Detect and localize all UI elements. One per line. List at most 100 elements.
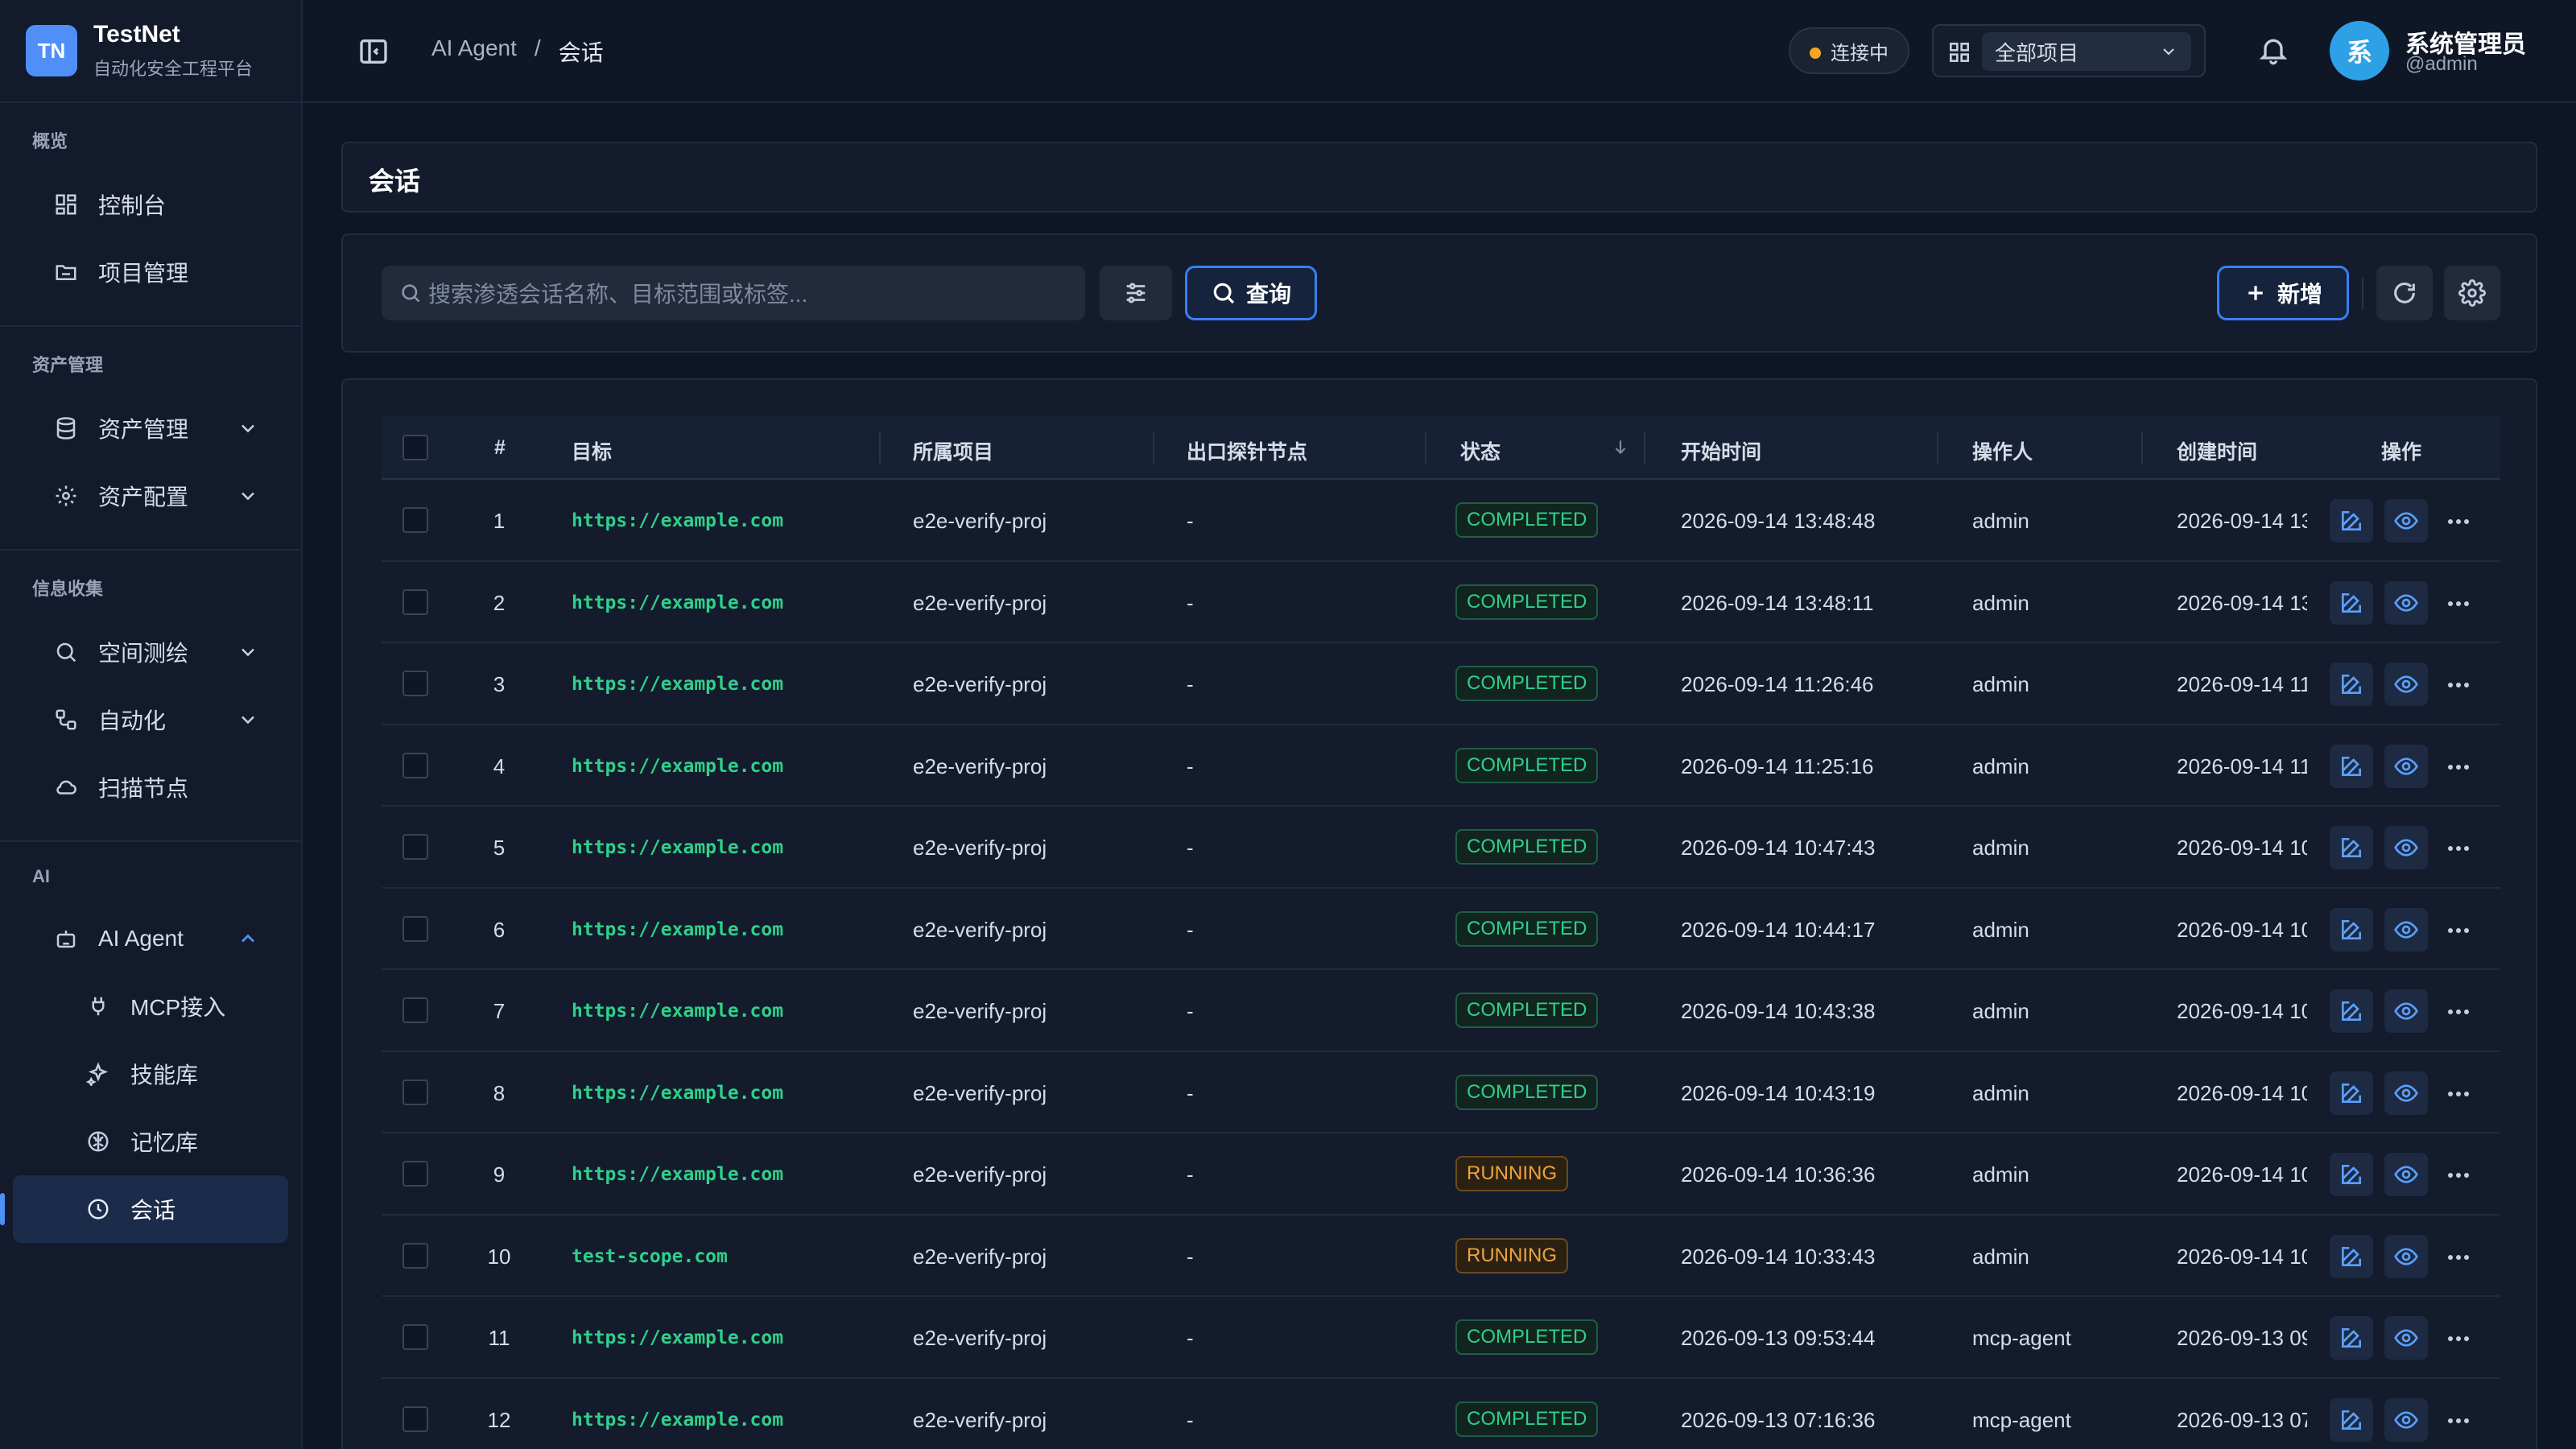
- more-actions-icon[interactable]: [2442, 756, 2475, 778]
- sidebar-item-sessions[interactable]: 会话: [0, 1175, 288, 1243]
- sidebar-item-asset-config[interactable]: 资产配置: [13, 462, 288, 530]
- row-checkbox[interactable]: [402, 752, 428, 778]
- sidebar-item-scan-nodes[interactable]: 扫描节点: [13, 753, 288, 821]
- row-checkbox[interactable]: [402, 1406, 428, 1432]
- refresh-button[interactable]: [2376, 266, 2433, 320]
- view-button[interactable]: [2384, 744, 2428, 788]
- view-button[interactable]: [2384, 663, 2428, 706]
- column-header-operator[interactable]: 操作人: [1972, 436, 2033, 465]
- table-row[interactable]: 11 https://example.com e2e-verify-proj - COM…: [382, 1297, 2500, 1379]
- more-actions-icon[interactable]: [2442, 919, 2475, 942]
- table-row[interactable]: 8 https://example.com e2e-verify-proj - COMP…: [382, 1052, 2500, 1133]
- row-target-link[interactable]: https://example.com: [572, 1327, 783, 1348]
- row-checkbox[interactable]: [402, 1242, 428, 1269]
- edit-button[interactable]: [2330, 663, 2373, 706]
- sidebar-item-mcp[interactable]: MCP接入: [13, 972, 288, 1040]
- table-row[interactable]: 4 https://example.com e2e-verify-proj - COMP…: [382, 725, 2500, 807]
- view-button[interactable]: [2384, 826, 2428, 869]
- more-actions-icon[interactable]: [2442, 592, 2475, 615]
- column-header-created[interactable]: 创建时间: [2177, 436, 2257, 465]
- edit-button[interactable]: [2330, 1071, 2373, 1115]
- table-row[interactable]: 6 https://example.com e2e-verify-proj - COMP…: [382, 889, 2500, 970]
- more-actions-icon[interactable]: [2442, 1410, 2475, 1432]
- more-actions-icon[interactable]: [2442, 837, 2475, 860]
- column-header-target[interactable]: 目标: [572, 436, 612, 465]
- row-target-link[interactable]: test-scope.com: [572, 1246, 728, 1267]
- breadcrumb-ai-agent[interactable]: AI Agent: [431, 35, 517, 68]
- table-row[interactable]: 5 https://example.com e2e-verify-proj - COMP…: [382, 807, 2500, 889]
- sort-arrow-icon[interactable]: [1610, 436, 1631, 457]
- row-checkbox[interactable]: [402, 507, 428, 533]
- edit-button[interactable]: [2330, 826, 2373, 869]
- add-button[interactable]: 新增: [2217, 266, 2349, 320]
- sidebar-item-dashboard[interactable]: 控制台: [13, 171, 288, 238]
- sidebar-item-asset-management[interactable]: 资产管理: [13, 394, 288, 462]
- edit-button[interactable]: [2330, 989, 2373, 1033]
- row-target-link[interactable]: https://example.com: [572, 919, 783, 940]
- edit-button[interactable]: [2330, 907, 2373, 952]
- sidebar-item-automation[interactable]: 自动化: [13, 686, 288, 753]
- edit-button[interactable]: [2330, 1234, 2373, 1278]
- project-select[interactable]: 全部项目: [1982, 32, 2191, 71]
- row-target-link[interactable]: https://example.com: [572, 1410, 783, 1430]
- sidebar-item-projects[interactable]: 项目管理: [13, 238, 288, 306]
- table-row[interactable]: 12 https://example.com e2e-verify-proj - COM…: [382, 1379, 2500, 1449]
- table-row[interactable]: 9 https://example.com e2e-verify-proj - RUNN…: [382, 1133, 2500, 1216]
- column-header-start-time[interactable]: 开始时间: [1681, 436, 1761, 465]
- query-button[interactable]: 查询: [1185, 266, 1317, 320]
- row-target-link[interactable]: https://example.com: [572, 1083, 783, 1104]
- row-checkbox[interactable]: [402, 834, 428, 860]
- more-actions-icon[interactable]: [2442, 1164, 2475, 1187]
- sidebar-item-memory[interactable]: 记忆库: [13, 1108, 288, 1175]
- row-target-link[interactable]: https://example.com: [572, 674, 783, 695]
- view-button[interactable]: [2384, 580, 2428, 625]
- view-button[interactable]: [2384, 1234, 2428, 1278]
- table-row[interactable]: 3 https://example.com e2e-verify-proj - COMP…: [382, 643, 2500, 725]
- avatar[interactable]: 系: [2330, 21, 2389, 80]
- row-target-link[interactable]: https://example.com: [572, 1001, 783, 1022]
- table-row[interactable]: 1 https://example.com e2e-verify-proj - COMP…: [382, 480, 2500, 562]
- table-row[interactable]: 7 https://example.com e2e-verify-proj - COMP…: [382, 970, 2500, 1052]
- column-header-node[interactable]: 出口探针节点: [1187, 436, 1307, 465]
- view-button[interactable]: [2384, 989, 2428, 1033]
- more-actions-icon[interactable]: [2442, 510, 2475, 533]
- edit-button[interactable]: [2330, 744, 2373, 788]
- sidebar-toggle-icon[interactable]: [357, 35, 390, 68]
- sidebar-item-ai-agent[interactable]: AI Agent: [13, 905, 288, 972]
- edit-button[interactable]: [2330, 1397, 2373, 1442]
- row-target-link[interactable]: https://example.com: [572, 837, 783, 858]
- view-button[interactable]: [2384, 1071, 2428, 1115]
- row-checkbox[interactable]: [402, 1079, 428, 1105]
- row-checkbox[interactable]: [402, 997, 428, 1023]
- bell-icon[interactable]: [2257, 34, 2289, 66]
- column-header-project[interactable]: 所属项目: [913, 436, 993, 465]
- more-actions-icon[interactable]: [2442, 674, 2475, 696]
- view-button[interactable]: [2384, 1397, 2428, 1442]
- row-target-link[interactable]: https://example.com: [572, 592, 783, 613]
- view-button[interactable]: [2384, 499, 2428, 543]
- edit-button[interactable]: [2330, 499, 2373, 543]
- row-target-link[interactable]: https://example.com: [572, 756, 783, 777]
- edit-button[interactable]: [2330, 580, 2373, 625]
- more-actions-icon[interactable]: [2442, 1083, 2475, 1105]
- row-target-link[interactable]: https://example.com: [572, 1164, 783, 1185]
- select-all-checkbox[interactable]: [402, 435, 428, 460]
- more-actions-icon[interactable]: [2442, 1001, 2475, 1023]
- row-checkbox[interactable]: [402, 588, 428, 615]
- row-checkbox[interactable]: [402, 671, 428, 696]
- more-actions-icon[interactable]: [2442, 1246, 2475, 1269]
- edit-button[interactable]: [2330, 1316, 2373, 1360]
- view-button[interactable]: [2384, 907, 2428, 952]
- row-checkbox[interactable]: [402, 1161, 428, 1187]
- filter-button[interactable]: [1100, 266, 1172, 320]
- search-input[interactable]: 搜索渗透会话名称、目标范围或标签...: [382, 266, 1085, 320]
- table-row[interactable]: 10 test-scope.com e2e-verify-proj - RUNNING 2…: [382, 1216, 2500, 1297]
- sidebar-item-space-mapping[interactable]: 空间测绘: [13, 618, 288, 686]
- view-button[interactable]: [2384, 1316, 2428, 1360]
- row-checkbox[interactable]: [402, 915, 428, 942]
- table-row[interactable]: 2 https://example.com e2e-verify-proj - COMP…: [382, 562, 2500, 643]
- column-header-status[interactable]: 状态: [1460, 436, 1501, 465]
- settings-button[interactable]: [2444, 266, 2500, 320]
- view-button[interactable]: [2384, 1153, 2428, 1196]
- sidebar-item-skills[interactable]: 技能库: [13, 1040, 288, 1108]
